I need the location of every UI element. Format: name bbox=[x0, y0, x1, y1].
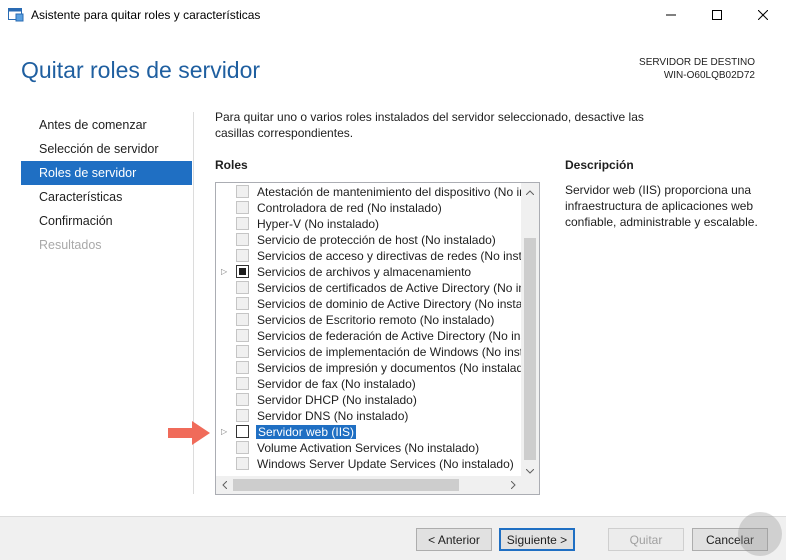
scroll-up-arrow[interactable] bbox=[521, 183, 539, 199]
watermark-logo-icon bbox=[738, 512, 782, 556]
role-label[interactable]: Hyper-V (No instalado) bbox=[257, 217, 379, 231]
role-row[interactable]: Hyper-V (No instalado) bbox=[216, 216, 521, 232]
page-title: Quitar roles de servidor bbox=[21, 57, 261, 83]
role-row[interactable]: Servicios de federación de Active Direct… bbox=[216, 328, 526, 344]
role-checkbox bbox=[236, 185, 249, 198]
nav-item-antes-de-comenzar[interactable]: Antes de comenzar bbox=[21, 113, 192, 137]
title-bar: Asistente para quitar roles y caracterís… bbox=[0, 0, 786, 31]
expand-arrow-icon[interactable]: ▷ bbox=[221, 427, 231, 437]
role-label[interactable]: Atestación de mantenimiento del disposit… bbox=[257, 185, 526, 199]
role-row[interactable]: Servidor DNS (No instalado) bbox=[216, 408, 521, 424]
role-checkbox bbox=[236, 297, 249, 310]
role-checkbox bbox=[236, 281, 249, 294]
role-row[interactable]: Servicios de dominio de Active Directory… bbox=[216, 296, 522, 312]
role-label[interactable]: Servicios de acceso y directivas de rede… bbox=[257, 249, 528, 263]
role-checkbox[interactable] bbox=[236, 265, 249, 278]
role-label[interactable]: Servicios de Escritorio remoto (No insta… bbox=[257, 313, 494, 327]
role-label[interactable]: Servidor DHCP (No instalado) bbox=[257, 393, 417, 407]
role-label[interactable]: Servidor de fax (No instalado) bbox=[257, 377, 416, 391]
close-icon bbox=[757, 9, 769, 23]
maximize-button[interactable] bbox=[694, 0, 740, 31]
wizard-steps-nav: Antes de comenzar Selección de servidor … bbox=[21, 113, 192, 257]
previous-button[interactable]: < Anterior bbox=[416, 528, 492, 551]
nav-item-caracteristicas[interactable]: Características bbox=[21, 185, 192, 209]
role-checkbox bbox=[236, 393, 249, 406]
role-row[interactable]: Servicio de protección de host (No insta… bbox=[216, 232, 521, 248]
roles-tree-list[interactable]: Atestación de mantenimiento del disposit… bbox=[215, 182, 540, 495]
role-label[interactable]: Servicios de certificados de Active Dire… bbox=[257, 281, 531, 295]
role-row[interactable]: Atestación de mantenimiento del disposit… bbox=[216, 184, 526, 200]
chevron-right-icon bbox=[510, 478, 516, 492]
role-checkbox bbox=[236, 233, 249, 246]
role-row[interactable]: Volume Activation Services (No instalado… bbox=[216, 440, 521, 456]
destination-server-name: WIN-O60LQB02D72 bbox=[663, 70, 755, 81]
role-label[interactable]: Servidor DNS (No instalado) bbox=[257, 409, 408, 423]
role-checkbox bbox=[236, 457, 249, 470]
roles-rows: Atestación de mantenimiento del disposit… bbox=[216, 184, 531, 472]
nav-item-confirmacion[interactable]: Confirmación bbox=[21, 209, 192, 233]
window-title: Asistente para quitar roles y caracterís… bbox=[31, 8, 261, 22]
wizard-footer: < Anterior Siguiente > Quitar Cancelar bbox=[0, 516, 786, 560]
role-row[interactable]: Servidor DHCP (No instalado) bbox=[216, 392, 521, 408]
roles-heading: Roles bbox=[215, 158, 248, 172]
nav-item-resultados: Resultados bbox=[39, 238, 102, 252]
role-row[interactable]: Servicios de impresión y documentos (No … bbox=[216, 360, 523, 376]
role-row[interactable]: ▷ Servidor web (IIS) bbox=[216, 424, 521, 440]
role-checkbox bbox=[236, 361, 249, 374]
nav-item-seleccion-de-servidor[interactable]: Selección de servidor bbox=[21, 137, 192, 161]
close-button[interactable] bbox=[740, 0, 786, 31]
role-checkbox bbox=[236, 409, 249, 422]
role-row[interactable]: Servicios de certificados de Active Dire… bbox=[216, 280, 531, 296]
horizontal-scrollbar[interactable] bbox=[216, 476, 521, 494]
expand-arrow-icon[interactable]: ▷ bbox=[221, 267, 231, 277]
chevron-left-icon bbox=[221, 478, 227, 492]
role-checkbox bbox=[236, 217, 249, 230]
minimize-button[interactable] bbox=[648, 0, 694, 31]
role-label[interactable]: Windows Server Update Services (No insta… bbox=[257, 457, 514, 471]
role-checkbox bbox=[236, 313, 249, 326]
role-row[interactable]: Controladora de red (No instalado) bbox=[216, 200, 521, 216]
role-label[interactable]: Servicios de archivos y almacenamiento bbox=[257, 265, 471, 279]
role-row[interactable]: Servidor de fax (No instalado) bbox=[216, 376, 521, 392]
role-checkbox[interactable] bbox=[236, 425, 249, 438]
vertical-scrollbar[interactable] bbox=[521, 183, 539, 478]
pointer-arrow-icon bbox=[166, 420, 212, 446]
description-text: Servidor web (IIS) proporciona una infra… bbox=[565, 183, 758, 229]
chevron-down-icon bbox=[525, 463, 535, 477]
role-label[interactable]: Servidor web (IIS) bbox=[254, 424, 358, 440]
role-checkbox bbox=[236, 441, 249, 454]
role-checkbox bbox=[236, 201, 249, 214]
vertical-scroll-thumb[interactable] bbox=[524, 238, 536, 460]
destination-server-label: SERVIDOR DE DESTINO bbox=[639, 57, 755, 68]
description-heading: Descripción bbox=[565, 158, 634, 172]
role-label[interactable]: Servicio de protección de host (No insta… bbox=[257, 233, 496, 247]
instructions-text: Para quitar uno o varios roles instalado… bbox=[215, 110, 644, 140]
role-row[interactable]: Servicios de Escritorio remoto (No insta… bbox=[216, 312, 521, 328]
role-checkbox bbox=[236, 249, 249, 262]
role-label[interactable]: Servicios de dominio de Active Directory… bbox=[257, 297, 522, 311]
nav-item-roles-de-servidor[interactable]: Roles de servidor bbox=[21, 161, 192, 185]
scroll-right-arrow[interactable] bbox=[505, 476, 521, 494]
minimize-icon bbox=[666, 9, 676, 23]
scrollbar-corner bbox=[521, 476, 539, 494]
horizontal-scroll-thumb[interactable] bbox=[233, 479, 459, 491]
role-checkbox bbox=[236, 377, 249, 390]
maximize-icon bbox=[712, 9, 722, 23]
wizard-app-icon bbox=[8, 8, 24, 22]
role-row[interactable]: Windows Server Update Services (No insta… bbox=[216, 456, 521, 472]
role-label[interactable]: Servicios de federación de Active Direct… bbox=[257, 329, 526, 343]
role-label[interactable]: Servicios de impresión y documentos (No … bbox=[257, 361, 523, 375]
role-label[interactable]: Controladora de red (No instalado) bbox=[257, 201, 442, 215]
role-row[interactable]: Servicios de implementación de Windows (… bbox=[216, 344, 523, 360]
chevron-up-icon bbox=[525, 184, 535, 198]
role-label[interactable]: Servicios de implementación de Windows (… bbox=[257, 345, 523, 359]
role-checkbox bbox=[236, 329, 249, 342]
next-button[interactable]: Siguiente > bbox=[499, 528, 575, 551]
remove-button: Quitar bbox=[608, 528, 684, 551]
role-row[interactable]: Servicios de acceso y directivas de rede… bbox=[216, 248, 528, 264]
scroll-left-arrow[interactable] bbox=[216, 476, 232, 494]
role-row[interactable]: ▷ Servicios de archivos y almacenamiento bbox=[216, 264, 521, 280]
role-label[interactable]: Volume Activation Services (No instalado… bbox=[257, 441, 479, 455]
role-checkbox bbox=[236, 345, 249, 358]
